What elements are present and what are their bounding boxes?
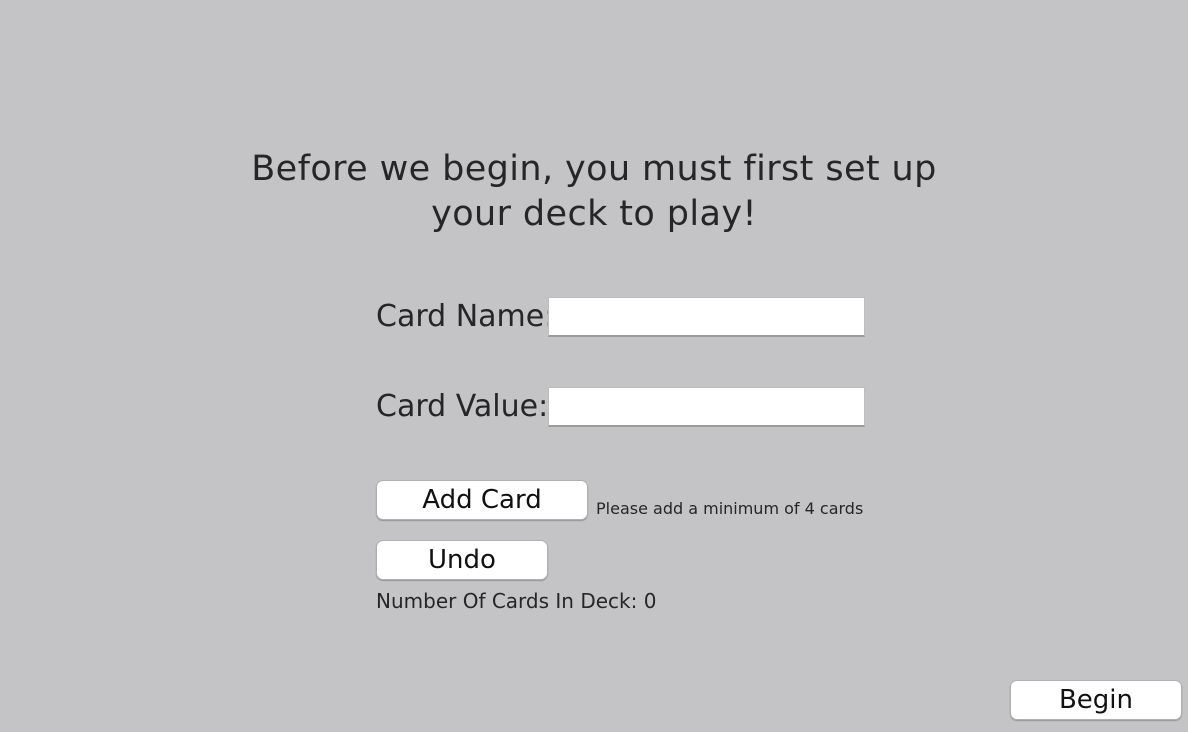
card-value-label: Card Value:	[376, 389, 549, 424]
heading-line-2: your deck to play!	[431, 194, 757, 234]
heading-line-1: Before we begin, you must first set up	[251, 149, 937, 189]
card-value-input[interactable]	[548, 387, 865, 427]
card-name-input[interactable]	[548, 297, 865, 337]
undo-button[interactable]: Undo	[376, 540, 548, 580]
begin-button[interactable]: Begin	[1010, 680, 1182, 720]
page-heading: Before we begin, you must first set up y…	[200, 147, 988, 237]
minimum-cards-hint: Please add a minimum of 4 cards	[596, 499, 864, 518]
card-name-label: Card Name:	[376, 299, 555, 334]
add-card-button[interactable]: Add Card	[376, 480, 588, 520]
deck-count-label: Number Of Cards In Deck: 0	[376, 589, 657, 613]
